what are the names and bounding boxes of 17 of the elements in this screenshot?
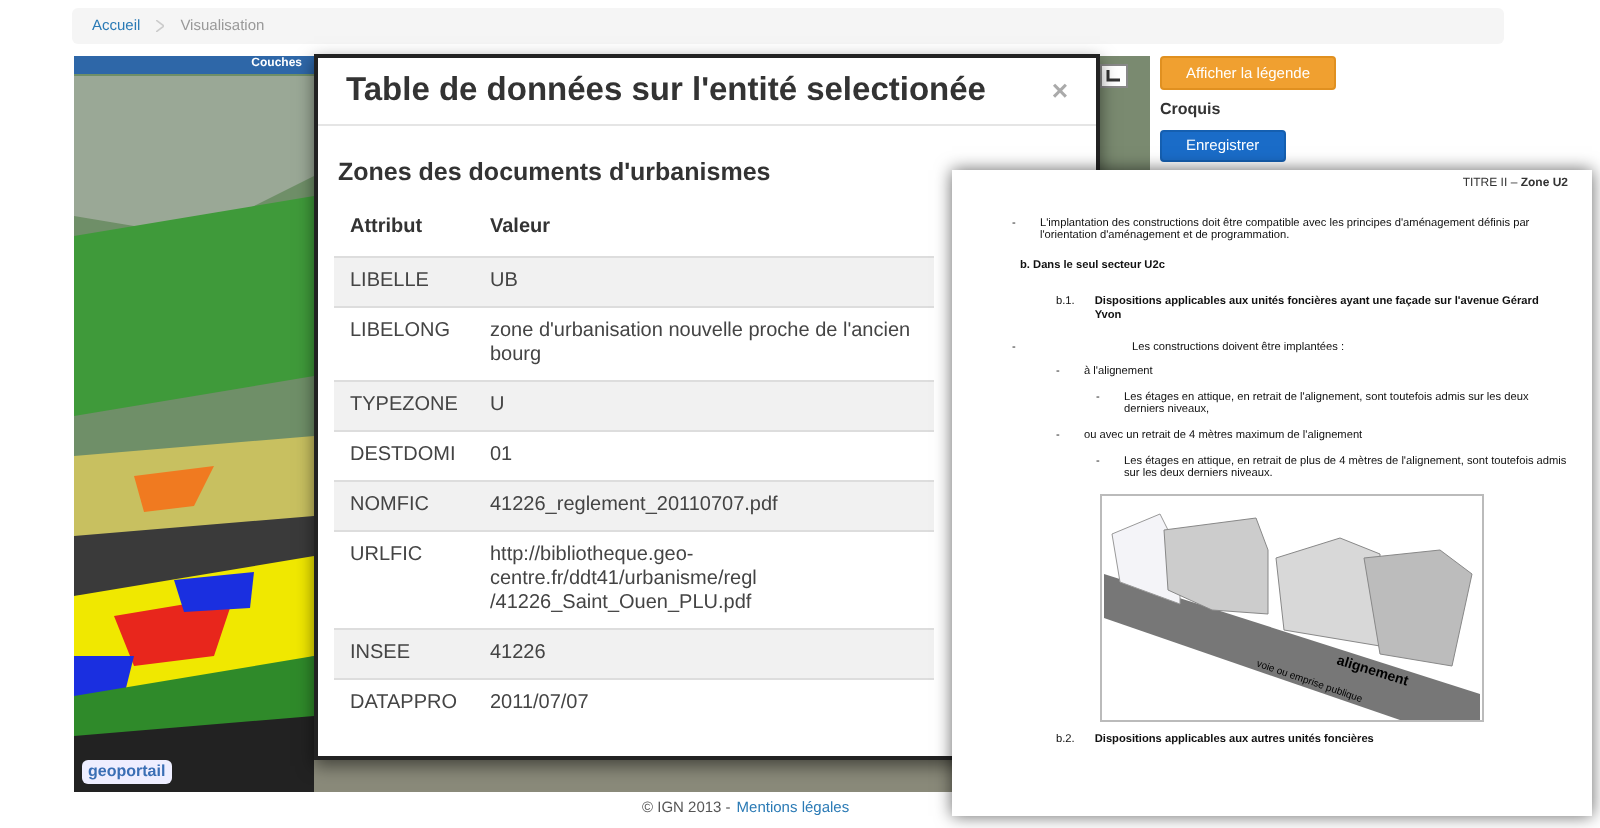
table-cell: TYPEZONE xyxy=(334,381,474,431)
table-cell: UB xyxy=(474,257,934,307)
separator-icon xyxy=(156,14,165,38)
section-title: Zones des documents d'urbanismes xyxy=(338,158,771,188)
table-cell: NOMFIC xyxy=(334,481,474,531)
modal-title: Table de données sur l'entité selectionée xyxy=(346,71,986,111)
table-cell: INSEE xyxy=(334,629,474,679)
table-cell: 41226 xyxy=(474,629,934,679)
section-title: Croquis xyxy=(1160,98,1221,123)
table-cell: U xyxy=(474,381,934,431)
table-cell: 2011/07/07 xyxy=(474,679,934,728)
table-cell: LIBELLE xyxy=(334,257,474,307)
table-cell: DATAPPRO xyxy=(334,679,474,728)
table-cell: 41226_reglement_20110707.pdf xyxy=(474,481,934,531)
logo: geoportail xyxy=(82,760,172,784)
column-header: Attribut xyxy=(334,204,474,257)
column-header: Valeur xyxy=(474,204,934,257)
